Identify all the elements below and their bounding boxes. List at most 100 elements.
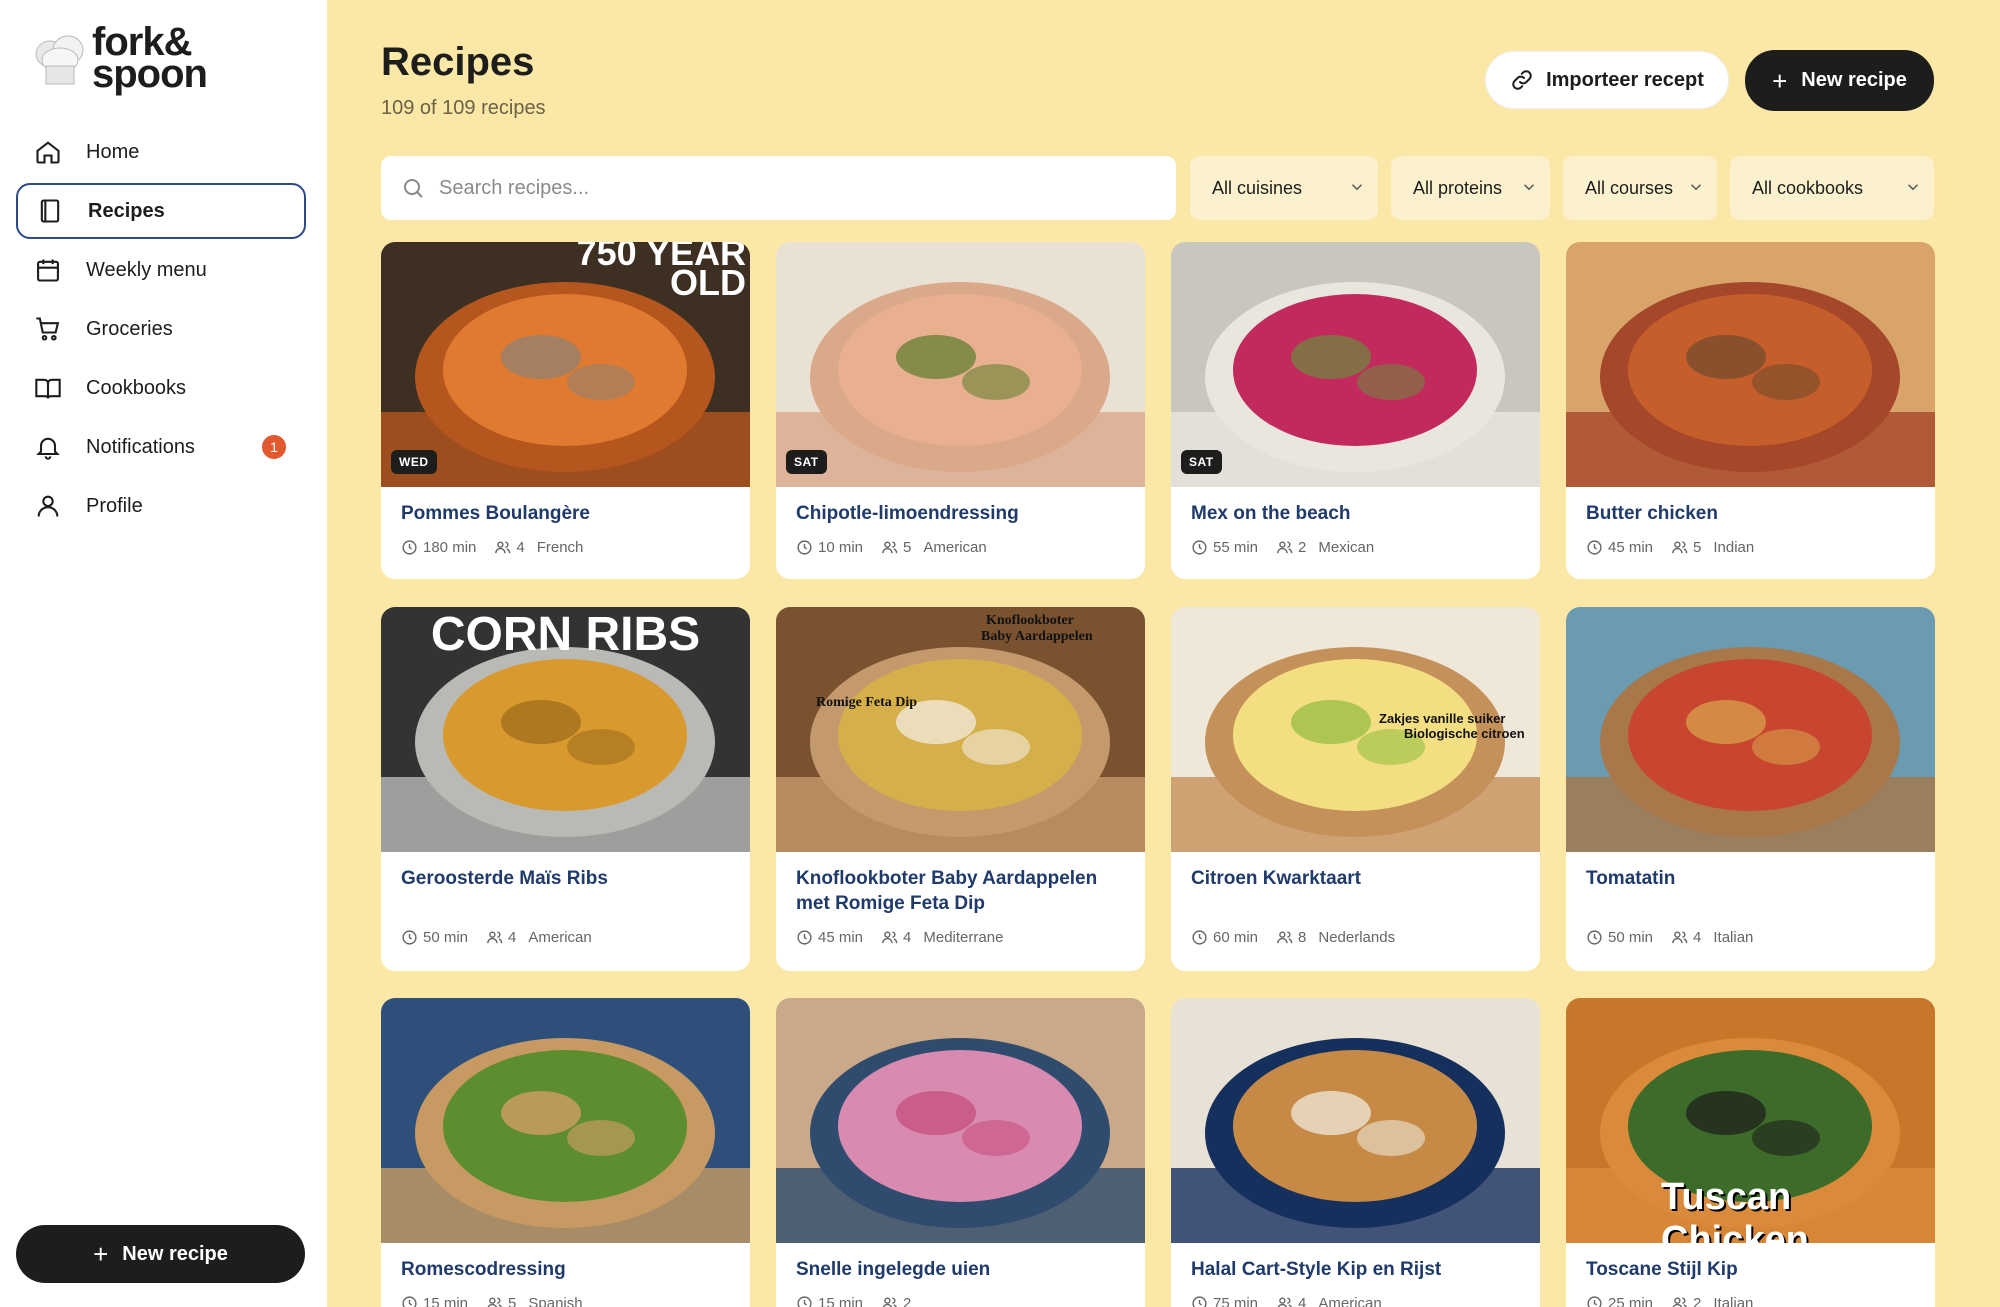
clock-icon [402, 930, 417, 945]
sidebar-new-recipe-label: New recipe [122, 1242, 228, 1265]
protein-filter-select[interactable]: All proteins [1391, 156, 1550, 220]
recipe-image[interactable] [776, 998, 1145, 1243]
recipe-image[interactable]: CORN RIBS [381, 607, 750, 852]
recipe-card[interactable]: Knoflookboter Baby Aardappelen Romige Feta… [776, 607, 1145, 971]
sidebar-item-recipes[interactable]: Recipes [16, 183, 306, 239]
servings-icon [495, 541, 511, 554]
recipe-title[interactable]: Citroen Kwarktaart [1191, 866, 1521, 891]
recipe-count: 109 of 109 recipes [381, 97, 546, 119]
recipe-cuisine: American [923, 539, 987, 556]
recipe-card[interactable]: Tomatatin 50 min 4 Italian [1566, 607, 1935, 971]
recipe-image[interactable]: Tuscan Chicken [1566, 998, 1935, 1243]
recipe-servings: 4 [903, 929, 912, 946]
app-logo[interactable]: fork& spoon [30, 22, 250, 96]
recipe-meta: 45 min 4 Mediterrane [796, 929, 1003, 946]
recipe-cuisine: Italian [1713, 1295, 1754, 1307]
recipe-image[interactable]: Knoflookboter Baby Aardappelen Romige Feta… [776, 607, 1145, 852]
home-icon [34, 138, 62, 166]
recipe-title[interactable]: Romescodressing [401, 1257, 731, 1282]
cuisine-filter-value: All cuisines [1212, 177, 1303, 198]
recipe-image[interactable]: SAT [776, 242, 1145, 487]
image-overlay-text: Tuscan Chicken [1661, 1176, 1809, 1243]
recipe-servings: 2 [1693, 1295, 1702, 1307]
servings-icon [1672, 931, 1688, 944]
search-input[interactable] [439, 176, 1139, 200]
recipe-image[interactable]: Zakjes vanille suiker Biologische citroen [1171, 607, 1540, 852]
recipe-card[interactable]: SAT Mex on the beach 55 min 2 Mexican [1171, 242, 1540, 579]
recipe-title[interactable]: Chipotle-limoendressing [796, 501, 1126, 526]
recipe-time: 50 min [1608, 929, 1654, 946]
recipe-servings: 5 [508, 1295, 517, 1307]
sidebar-item-label: Groceries [86, 317, 173, 340]
plus-icon: + [93, 1239, 109, 1269]
sidebar-item-notifications[interactable]: Notifications 1 [16, 419, 306, 475]
sidebar-item-weekly-menu[interactable]: Weekly menu [16, 242, 306, 298]
clock-icon [402, 540, 417, 555]
course-filter-select[interactable]: All courses [1563, 156, 1717, 220]
clock-icon [1192, 1296, 1207, 1307]
sidebar-item-cookbooks[interactable]: Cookbooks [16, 360, 306, 416]
recipe-title[interactable]: Knoflookboter Baby Aardappelen met Romig… [796, 866, 1126, 916]
recipe-title[interactable]: Halal Cart-Style Kip en Rijst [1191, 1257, 1521, 1282]
cookbook-filter-select[interactable]: All cookbooks [1730, 156, 1934, 220]
cuisine-filter-select[interactable]: All cuisines [1190, 156, 1378, 220]
recipe-card[interactable]: SAT Chipotle-limoendressing 10 min 5 America… [776, 242, 1145, 579]
course-filter-value: All courses [1585, 177, 1674, 198]
sidebar-item-groceries[interactable]: Groceries [16, 301, 306, 357]
recipe-title[interactable]: Toscane Stijl Kip [1586, 1257, 1916, 1282]
recipe-card[interactable]: Tuscan Chicken Toscane Stijl Kip 25 min 2 It… [1566, 998, 1935, 1307]
recipe-time: 45 min [818, 929, 864, 946]
image-overlay-text: CORN RIBS [430, 608, 701, 661]
recipe-card[interactable]: Romescodressing 15 min 5 Spanish [381, 998, 750, 1307]
search-bar[interactable] [381, 156, 1176, 220]
recipe-image[interactable] [381, 998, 750, 1243]
recipe-image[interactable] [1566, 607, 1935, 852]
servings-icon [487, 931, 503, 944]
recipe-time: 25 min [1608, 1295, 1654, 1307]
recipe-card[interactable]: Snelle ingelegde uien 15 min 2 [776, 998, 1145, 1307]
new-recipe-label: New recipe [1801, 69, 1907, 91]
recipe-image[interactable] [1566, 242, 1935, 487]
recipe-image[interactable]: 750 YEAR OLD WED [381, 242, 750, 487]
sidebar-item-home[interactable]: Home [16, 124, 306, 180]
weekday-badge: SAT [786, 450, 827, 474]
servings-icon [882, 541, 898, 554]
recipe-time: 180 min [423, 539, 477, 556]
image-overlay-text: 750 YEAR OLD [576, 242, 746, 303]
weekday-badge: WED [391, 450, 437, 474]
recipe-title[interactable]: Pommes Boulangère [401, 501, 731, 526]
sidebar-nav: Home Recipes Weekly menu Groceries Cookb… [16, 124, 306, 537]
recipe-title[interactable]: Butter chicken [1586, 501, 1916, 526]
recipe-meta: 50 min 4 American [401, 929, 592, 946]
recipe-cuisine: American [1318, 1295, 1382, 1307]
image-overlay-text: Knoflookboter [986, 613, 1074, 628]
recipe-cuisine: American [528, 929, 592, 946]
recipe-meta: 10 min 5 American [796, 539, 987, 556]
recipe-card[interactable]: 750 YEAR OLD WED Pommes Boulangère 180 min 4… [381, 242, 750, 579]
recipe-card[interactable]: Zakjes vanille suiker Biologische citroen… [1171, 607, 1540, 971]
recipe-title[interactable]: Snelle ingelegde uien [796, 1257, 1126, 1282]
recipe-meta: 25 min 2 Italian [1586, 1295, 1753, 1307]
new-recipe-button[interactable]: + New recipe [1745, 50, 1934, 111]
recipe-card[interactable]: CORN RIBS Geroosterde Maïs Ribs 50 min 4 Ame… [381, 607, 750, 971]
sidebar: fork& spoon Home Recipes Weekly menu Gro… [0, 0, 327, 1307]
sidebar-new-recipe-button[interactable]: + New recipe [16, 1225, 305, 1283]
recipe-title[interactable]: Geroosterde Maïs Ribs [401, 866, 731, 891]
sidebar-item-label: Notifications [86, 435, 195, 458]
recipe-image[interactable] [1171, 998, 1540, 1243]
recipe-card[interactable]: Butter chicken 45 min 5 Indian [1566, 242, 1935, 579]
sidebar-item-profile[interactable]: Profile [16, 478, 306, 534]
recipe-image[interactable]: SAT [1171, 242, 1540, 487]
clock-icon [1587, 1296, 1602, 1307]
recipe-card[interactable]: Halal Cart-Style Kip en Rijst 75 min 4 Amer… [1171, 998, 1540, 1307]
recipe-meta: 45 min 5 Indian [1586, 539, 1754, 556]
recipe-servings: 4 [508, 929, 517, 946]
recipe-meta: 75 min 4 American [1191, 1295, 1382, 1307]
chef-hat-logo-icon [35, 35, 84, 85]
recipe-title[interactable]: Mex on the beach [1191, 501, 1521, 526]
import-recipe-button[interactable]: Importeer recept [1485, 51, 1729, 109]
search-icon [404, 179, 423, 198]
recipe-title[interactable]: Tomatatin [1586, 866, 1916, 891]
logo-line-2: spoon [92, 52, 208, 96]
recipe-meta: 180 min 4 French [401, 539, 583, 556]
